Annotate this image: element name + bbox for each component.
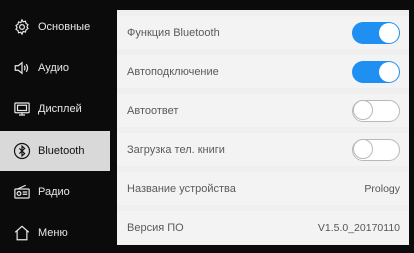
setting-row-device-name[interactable]: Название устройства Prology [117,172,409,205]
sidebar-item-display[interactable]: Дисплей [0,89,110,129]
sidebar-item-radio[interactable]: Радио [0,172,110,212]
toggle-knob [353,139,373,159]
sidebar-item-general[interactable]: Основные [0,7,110,47]
setting-row-phonebook-download[interactable]: Загрузка тел. книги [117,133,409,166]
sidebar-item-label: Меню [38,227,68,239]
setting-label: Название устройства [127,182,236,195]
bluetooth-icon [12,141,32,161]
sidebar-item-audio[interactable]: Аудио [0,48,110,88]
sidebar: Основные Аудио Дисплей Bluetooth Радио М… [0,0,110,250]
setting-label: Автоподключение [127,65,219,78]
setting-row-bluetooth-function[interactable]: Функция Bluetooth [117,16,409,49]
device-name-value: Prology [364,182,400,195]
radio-icon [12,182,32,202]
settings-screen: Основные Аудио Дисплей Bluetooth Радио М… [0,0,414,250]
sidebar-item-label: Радио [38,186,70,198]
auto-connect-toggle[interactable] [352,60,400,83]
sidebar-item-label: Дисплей [38,103,82,115]
toggle-knob [379,61,399,82]
toggle-knob [353,100,373,120]
speaker-icon [12,58,32,78]
firmware-version-value: V1.5.0_20170110 [317,221,400,234]
home-icon [12,223,32,243]
bluetooth-function-toggle[interactable] [352,21,400,44]
setting-row-firmware-version: Версия ПО V1.5.0_20170110 [117,211,409,244]
setting-label: Функция Bluetooth [127,26,220,39]
phonebook-download-toggle[interactable] [352,138,400,161]
setting-row-auto-answer[interactable]: Автоответ [117,94,409,127]
sidebar-item-label: Аудио [38,62,70,74]
toggle-knob [379,22,399,43]
sidebar-item-label: Основные [38,21,91,33]
auto-answer-toggle[interactable] [352,99,400,122]
setting-label: Загрузка тел. книги [127,143,225,156]
sidebar-item-bluetooth[interactable]: Bluetooth [0,131,110,171]
settings-panel: Функция Bluetooth Автоподключение Автоот… [117,10,409,245]
setting-row-auto-connect[interactable]: Автоподключение [117,55,409,88]
gear-icon [12,17,32,37]
setting-label: Версия ПО [127,221,184,234]
setting-label: Автоответ [127,104,179,117]
display-icon [12,99,32,119]
sidebar-item-menu[interactable]: Меню [0,213,110,253]
sidebar-item-label: Bluetooth [38,145,85,157]
